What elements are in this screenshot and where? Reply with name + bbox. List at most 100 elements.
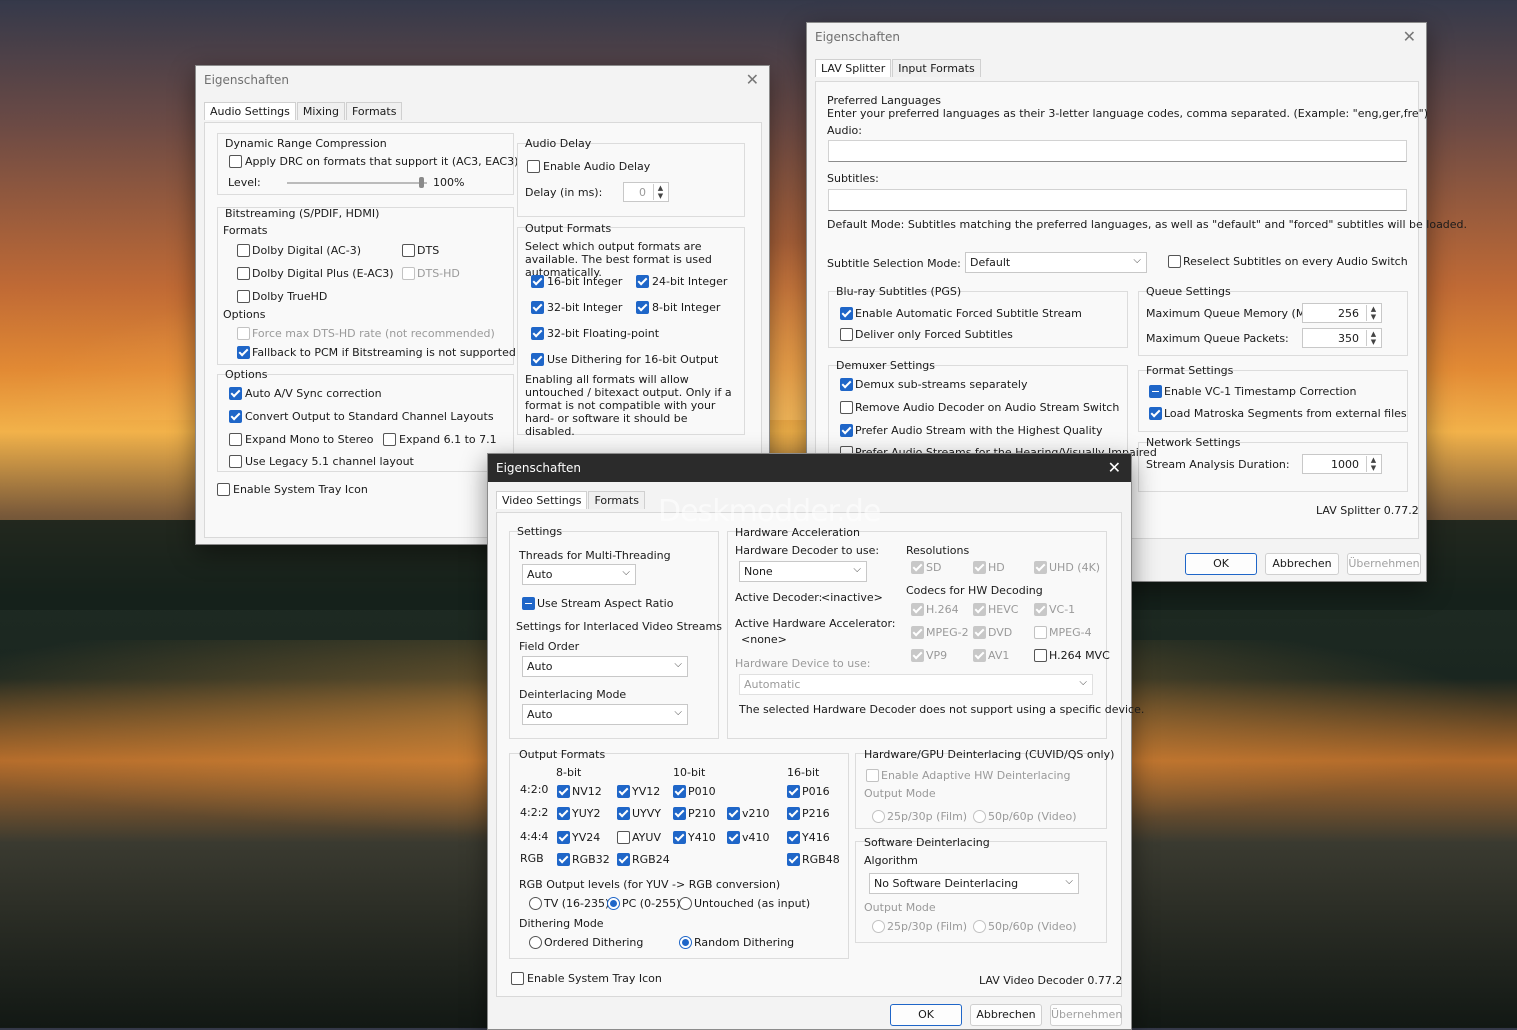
codec-av1-checkbox[interactable] bbox=[973, 649, 986, 662]
ac3-checkbox[interactable] bbox=[237, 244, 250, 257]
res-uhd-checkbox[interactable] bbox=[1034, 561, 1047, 574]
audio-lang-input[interactable] bbox=[828, 140, 1407, 162]
tab-audio-settings[interactable]: Audio Settings bbox=[204, 102, 296, 120]
expand-mono-checkbox[interactable] bbox=[229, 433, 242, 446]
fmt-rgb48-checkbox[interactable] bbox=[787, 853, 800, 866]
drc-level-slider[interactable] bbox=[287, 182, 427, 184]
matroska-checkbox[interactable] bbox=[1149, 407, 1162, 420]
subs-lang-input[interactable] bbox=[828, 189, 1407, 211]
fmt-y416-checkbox[interactable] bbox=[787, 831, 800, 844]
remove-audio-checkbox[interactable] bbox=[840, 401, 853, 414]
drc-level-thumb[interactable] bbox=[419, 177, 424, 188]
splitter-cancel-button[interactable]: Abbrechen bbox=[1265, 553, 1339, 575]
hw-decoder-select[interactable]: None ⌵ bbox=[739, 561, 867, 582]
int24-checkbox[interactable] bbox=[636, 275, 649, 288]
adaptive-deint-checkbox[interactable] bbox=[866, 769, 879, 782]
levels-untouched-radio[interactable] bbox=[679, 897, 692, 910]
splitter-apply-button[interactable]: Übernehmen bbox=[1347, 553, 1421, 575]
int32-checkbox[interactable] bbox=[531, 301, 544, 314]
codec-vp9-checkbox[interactable] bbox=[911, 649, 924, 662]
fmt-p010-checkbox[interactable] bbox=[673, 785, 686, 798]
queue-packets-spin[interactable]: ▲ ▼ bbox=[1366, 330, 1380, 346]
substreams-checkbox[interactable] bbox=[840, 378, 853, 391]
video-apply-button[interactable]: Übernehmen bbox=[1050, 1004, 1122, 1026]
queue-memory-input[interactable]: 256 ▲ ▼ bbox=[1302, 303, 1382, 323]
levels-tv-radio[interactable] bbox=[529, 897, 542, 910]
codec-mvc-checkbox[interactable] bbox=[1034, 649, 1047, 662]
fmt-p216-checkbox[interactable] bbox=[787, 807, 800, 820]
delay-spin[interactable]: ▲ ▼ bbox=[653, 184, 667, 200]
fmt-rgb32-checkbox[interactable] bbox=[557, 853, 570, 866]
codec-dvd-checkbox[interactable] bbox=[973, 626, 986, 639]
codec-vc1-checkbox[interactable] bbox=[1034, 603, 1047, 616]
convert-layouts-checkbox[interactable] bbox=[229, 410, 242, 423]
fmt-uyvy-checkbox[interactable] bbox=[617, 807, 630, 820]
fmt-nv12-checkbox[interactable] bbox=[557, 785, 570, 798]
only-forced-checkbox[interactable] bbox=[840, 328, 853, 341]
fmt-ayuv-checkbox[interactable] bbox=[617, 831, 630, 844]
codec-mpeg4-checkbox[interactable] bbox=[1034, 626, 1047, 639]
video-ok-button[interactable]: OK bbox=[890, 1004, 962, 1026]
close-icon[interactable]: ✕ bbox=[1403, 27, 1416, 46]
int16-checkbox[interactable] bbox=[531, 275, 544, 288]
levels-pc-radio[interactable] bbox=[607, 897, 620, 910]
reselect-subs-checkbox[interactable] bbox=[1168, 255, 1181, 268]
tab-video-settings[interactable]: Video Settings bbox=[496, 491, 588, 509]
delay-input[interactable]: 0 ▲ ▼ bbox=[623, 182, 669, 202]
sw-mode-film-radio[interactable] bbox=[872, 920, 885, 933]
field-order-select[interactable]: Auto ⌵ bbox=[522, 656, 688, 677]
sub-mode-select[interactable]: Default ⌵ bbox=[965, 252, 1147, 273]
deint-mode-select[interactable]: Auto ⌵ bbox=[522, 704, 688, 725]
fmt-yv24-checkbox[interactable] bbox=[557, 831, 570, 844]
fmt-yuy2-checkbox[interactable] bbox=[557, 807, 570, 820]
enable-delay-checkbox[interactable] bbox=[527, 160, 540, 173]
forced-stream-checkbox[interactable] bbox=[840, 307, 853, 320]
fmt-v210-checkbox[interactable] bbox=[727, 807, 740, 820]
dither-random-radio[interactable] bbox=[679, 936, 692, 949]
dither16-checkbox[interactable] bbox=[531, 353, 544, 366]
aspect-ratio-checkbox[interactable] bbox=[522, 597, 535, 610]
fmt-p210-checkbox[interactable] bbox=[673, 807, 686, 820]
tab-video-formats[interactable]: Formats bbox=[588, 491, 645, 509]
codec-mpeg2-checkbox[interactable] bbox=[911, 626, 924, 639]
hw-mode-film-radio[interactable] bbox=[872, 810, 885, 823]
tab-formats[interactable]: Formats bbox=[345, 102, 403, 120]
fmt-rgb24-checkbox[interactable] bbox=[617, 853, 630, 866]
vc1-timestamp-checkbox[interactable] bbox=[1149, 385, 1162, 398]
threads-select[interactable]: Auto ⌵ bbox=[522, 564, 636, 585]
res-sd-checkbox[interactable] bbox=[911, 561, 924, 574]
fmt-p016-checkbox[interactable] bbox=[787, 785, 800, 798]
queue-memory-spin[interactable]: ▲ ▼ bbox=[1366, 305, 1380, 321]
tab-lav-splitter[interactable]: LAV Splitter bbox=[815, 59, 892, 77]
sw-algo-select[interactable]: No Software Deinterlacing ⌵ bbox=[869, 873, 1079, 894]
audio-tray-checkbox[interactable] bbox=[217, 483, 230, 496]
dither-ordered-radio[interactable] bbox=[529, 936, 542, 949]
codec-h264-checkbox[interactable] bbox=[911, 603, 924, 616]
res-hd-checkbox[interactable] bbox=[973, 561, 986, 574]
tab-mixing[interactable]: Mixing bbox=[296, 102, 345, 120]
splitter-ok-button[interactable]: OK bbox=[1185, 553, 1257, 575]
eac3-checkbox[interactable] bbox=[237, 267, 250, 280]
apply-drc-checkbox[interactable] bbox=[229, 155, 242, 168]
video-cancel-button[interactable]: Abbrechen bbox=[970, 1004, 1042, 1026]
fmt-yv12-checkbox[interactable] bbox=[617, 785, 630, 798]
truehd-checkbox[interactable] bbox=[237, 290, 250, 303]
tab-input-formats[interactable]: Input Formats bbox=[892, 59, 981, 77]
hw-mode-video-radio[interactable] bbox=[973, 810, 986, 823]
video-tray-checkbox[interactable] bbox=[511, 972, 524, 985]
queue-packets-input[interactable]: 350 ▲ ▼ bbox=[1302, 328, 1382, 348]
codec-hevc-checkbox[interactable] bbox=[973, 603, 986, 616]
float32-checkbox[interactable] bbox=[531, 327, 544, 340]
legacy-layout-checkbox[interactable] bbox=[229, 455, 242, 468]
stream-duration-input[interactable]: 1000 ▲ ▼ bbox=[1302, 454, 1382, 474]
int8-checkbox[interactable] bbox=[636, 301, 649, 314]
dts-checkbox[interactable] bbox=[402, 244, 415, 257]
dtshd-checkbox[interactable] bbox=[402, 267, 415, 280]
fmt-y410-checkbox[interactable] bbox=[673, 831, 686, 844]
force-dts-checkbox[interactable] bbox=[237, 327, 250, 340]
hw-device-select[interactable]: Automatic ⌵ bbox=[739, 674, 1093, 695]
prefer-quality-checkbox[interactable] bbox=[840, 424, 853, 437]
close-icon[interactable]: ✕ bbox=[1108, 458, 1121, 477]
fmt-v410-checkbox[interactable] bbox=[727, 831, 740, 844]
av-sync-checkbox[interactable] bbox=[229, 387, 242, 400]
